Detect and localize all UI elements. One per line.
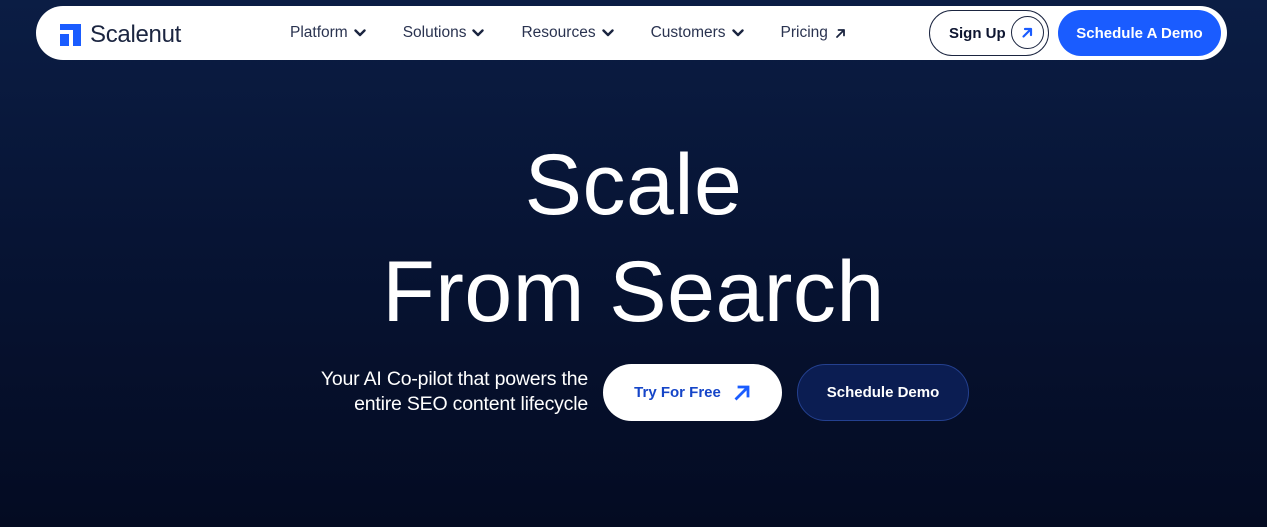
scalenut-logo-icon bbox=[60, 24, 81, 46]
tagline-line1: Your AI Co-pilot that powers the bbox=[320, 368, 588, 390]
menu-item-solutions[interactable]: Solutions bbox=[403, 24, 485, 42]
menu-item-platform[interactable]: Platform bbox=[290, 24, 366, 42]
hero-tagline: Your AI Co-pilot that powers the entire … bbox=[321, 367, 588, 417]
sign-up-button[interactable]: Sign Up bbox=[929, 10, 1049, 56]
menu-item-label: Resources bbox=[521, 24, 596, 41]
menu-item-customers[interactable]: Customers bbox=[651, 24, 744, 42]
sign-up-label: Sign Up bbox=[949, 24, 1006, 42]
hero-headline-line1: Scale bbox=[524, 137, 743, 233]
main-menu: Platform Solutions Resources Customers P… bbox=[290, 6, 883, 60]
menu-item-label: Pricing bbox=[780, 24, 828, 41]
menu-item-resources[interactable]: Resources bbox=[521, 24, 614, 42]
tagline-line2: entire SEO content lifecycle bbox=[354, 393, 588, 415]
chevron-down-icon bbox=[731, 29, 744, 37]
arrow-up-right-icon bbox=[1011, 16, 1044, 49]
menu-item-label: Platform bbox=[290, 24, 348, 41]
hero-headline-line2: From Search bbox=[382, 244, 885, 340]
try-for-free-button[interactable]: Try For Free bbox=[603, 364, 782, 421]
arrow-up-right-icon bbox=[835, 28, 846, 39]
menu-item-label: Customers bbox=[650, 24, 726, 41]
chevron-down-icon bbox=[354, 29, 366, 37]
schedule-demo-button[interactable]: Schedule Demo bbox=[797, 364, 969, 421]
chevron-down-icon bbox=[472, 29, 485, 37]
chevron-down-icon bbox=[601, 29, 614, 37]
scalenut-logo[interactable]: Scalenut bbox=[60, 21, 181, 49]
top-navbar: Scalenut Platform Solutions Resources Cu… bbox=[36, 6, 1227, 60]
brand-name: Scalenut bbox=[90, 21, 181, 48]
menu-item-pricing[interactable]: Pricing bbox=[781, 24, 846, 42]
menu-item-label: Solutions bbox=[402, 24, 467, 41]
schedule-a-demo-button[interactable]: Schedule A Demo bbox=[1058, 10, 1221, 56]
arrow-up-right-icon bbox=[734, 384, 751, 401]
try-for-free-label: Try For Free bbox=[634, 384, 721, 401]
